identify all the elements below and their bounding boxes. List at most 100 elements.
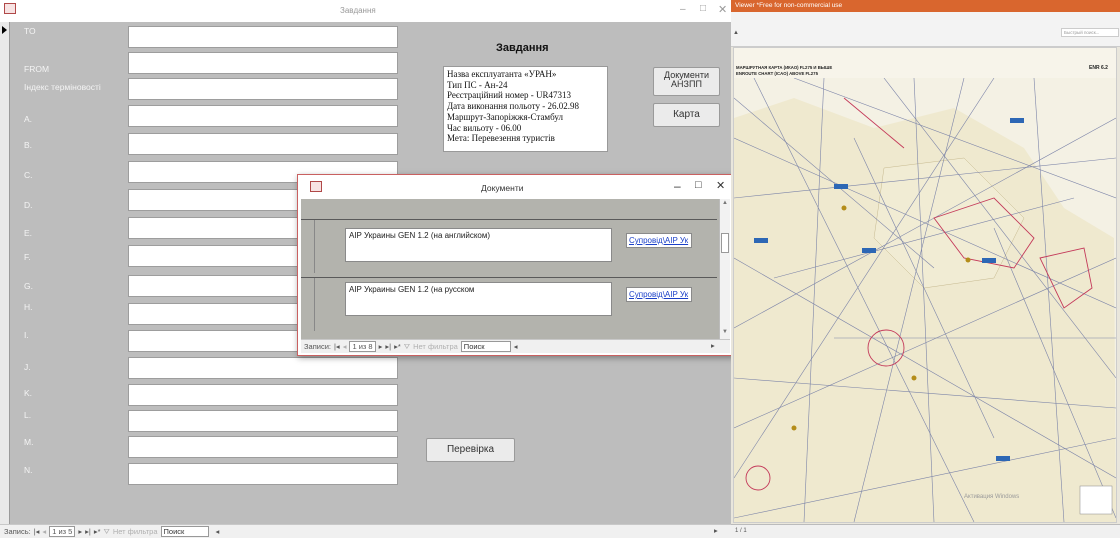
maximize-button[interactable]: □ [700, 3, 706, 14]
main-window-title: Завдання [340, 6, 376, 15]
viewer-search-input[interactable]: Быстрый поиск... [1061, 28, 1119, 37]
field-label-i: I. [24, 330, 29, 340]
task-line: Тип ПС - Ан-24 [447, 79, 508, 90]
record-selector-cell[interactable] [301, 220, 315, 273]
task-line: Мета: Перевезення туристів [447, 133, 555, 144]
h-scroll-right-icon[interactable]: ▸ [711, 341, 715, 350]
minimize-button[interactable]: – [680, 4, 686, 15]
field-label-f: F. [24, 252, 31, 262]
chart-code: ENR 6.2 [1089, 65, 1108, 71]
field-label-c: C. [24, 170, 33, 180]
doc-minimize-button[interactable]: – [674, 179, 681, 193]
field-input-k[interactable] [128, 384, 398, 406]
prev-record-icon[interactable]: ◂ [343, 342, 347, 351]
documents-button[interactable]: Документи АНЗПП [653, 67, 720, 96]
field-input-j[interactable] [128, 357, 398, 379]
field-label-n: N. [24, 465, 33, 475]
documents-window: Документи – □ ✕ AIP Украины GEN 1.2 (на … [297, 174, 734, 356]
field-label-from: FROM [24, 64, 50, 74]
first-record-icon[interactable]: |◂ [334, 342, 340, 351]
record-position[interactable]: 1 из 5 [49, 526, 76, 537]
document-title[interactable]: AIP Украины GEN 1.2 (на русском [345, 282, 612, 316]
field-input-a[interactable] [128, 105, 398, 127]
h-scroll-left-icon[interactable]: ◂ [514, 342, 518, 351]
field-label-k: K. [24, 388, 33, 398]
record-selector[interactable] [0, 22, 10, 524]
chart-page[interactable]: МАРШРУТНАЯ КАРТА (ИКАО) FL275 И ВЫШЕ ENR… [733, 47, 1117, 523]
document-link[interactable]: Супровід\AIP Ук [626, 287, 692, 302]
scroll-thumb[interactable] [721, 233, 729, 253]
current-record-arrow-icon [2, 26, 7, 34]
new-record-icon[interactable]: ▸* [94, 527, 101, 536]
task-line: Назва експлуатанта «УРАН» [447, 69, 557, 79]
field-label-e: E. [24, 228, 33, 238]
new-record-icon[interactable]: ▸* [394, 342, 401, 351]
filter-funnel-icon: ⛛ [103, 526, 110, 536]
document-title[interactable]: AIP Украины GEN 1.2 (на английском) [345, 228, 612, 262]
h-scroll-right-icon[interactable]: ▸ [714, 526, 718, 535]
pdf-viewer-window: Viewer *Free for non-commercial use Быст… [731, 0, 1120, 538]
page-indicator: 1 / 1 [735, 528, 747, 534]
field-input-n[interactable] [128, 463, 398, 485]
scroll-up-icon[interactable]: ▲ [733, 30, 739, 36]
chart-title-en: ENROUTE CHART (ICAO) ABOVE FL275 [736, 71, 818, 76]
task-description: Назва експлуатанта «УРАН» Тип ПС - Ан-24… [443, 66, 608, 152]
app-icon [4, 3, 16, 14]
doc-maximize-button[interactable]: □ [695, 179, 702, 191]
last-record-icon[interactable]: ▸| [85, 527, 91, 536]
field-label-a: A. [24, 114, 33, 124]
nav-search-input[interactable]: Поиск [460, 341, 511, 352]
nav-search-input[interactable]: Поиск [160, 526, 209, 537]
task-line: Реєстраційний номер - UR47313 [447, 90, 571, 101]
main-title-bar: Завдання – □ ✕ [0, 0, 731, 22]
field-label-to: TO [24, 26, 36, 36]
document-link[interactable]: Супровід\AIP Ук [626, 233, 692, 248]
field-input-m[interactable] [128, 436, 398, 458]
last-record-icon[interactable]: ▸| [385, 342, 391, 351]
field-label-h: H. [24, 302, 33, 312]
task-heading: Завдання [496, 42, 549, 54]
doc-window-icon [310, 181, 322, 192]
chart-title-ua: МАРШРУТНАЯ КАРТА (ИКАО) FL275 И ВЫШЕ [736, 65, 833, 70]
filter-funnel-icon: ⛛ [403, 341, 411, 351]
filter-status[interactable]: Нет фильтра [413, 342, 458, 351]
activation-watermark: Активация Windows [964, 494, 1020, 500]
first-record-icon[interactable]: |◂ [34, 527, 40, 536]
documents-button-sublabel: АНЗПП [671, 79, 702, 89]
list-item: AIP Украины GEN 1.2 (на русском Супровід… [301, 277, 717, 331]
field-input-urgency[interactable] [128, 78, 398, 100]
filter-status[interactable]: Нет фильтра [113, 527, 158, 536]
check-button[interactable]: Перевірка [426, 438, 515, 462]
record-position[interactable]: 1 из 8 [349, 341, 376, 352]
task-line: Маршрут-Запоріжжя-Стамбул [447, 111, 563, 122]
field-input-to[interactable] [128, 26, 398, 48]
scroll-up-icon[interactable]: ▲ [722, 200, 728, 206]
viewer-toolbar: Быстрый поиск... ▲ [731, 12, 1120, 47]
viewer-banner: Viewer *Free for non-commercial use [731, 0, 1120, 12]
next-record-icon[interactable]: ▸ [379, 342, 383, 351]
task-line: Дата виконання польоту - 26.02.98 [447, 101, 579, 112]
list-item: AIP Украины GEN 1.2 (на английском) Супр… [301, 219, 717, 273]
field-label-m: M. [24, 437, 34, 447]
map-button[interactable]: Карта [653, 103, 720, 127]
field-input-b[interactable] [128, 133, 398, 155]
field-label-d: D. [24, 200, 33, 210]
documents-list: AIP Украины GEN 1.2 (на английском) Супр… [301, 199, 730, 339]
h-scroll-left-icon[interactable]: ◂ [216, 527, 220, 536]
main-record-navigator: Запись: |◂ ◂ 1 из 5 ▸ ▸| ▸* ⛛ Нет фильтр… [0, 524, 731, 538]
field-input-l[interactable] [128, 410, 398, 432]
field-label-j: J. [24, 362, 31, 372]
doc-close-button[interactable]: ✕ [716, 179, 725, 192]
field-label-g: G. [24, 281, 33, 291]
field-label-b: B. [24, 140, 33, 150]
close-button[interactable]: ✕ [718, 3, 727, 16]
prev-record-icon[interactable]: ◂ [42, 527, 46, 536]
task-line: Час вильоту - 06.00 [447, 122, 522, 133]
field-input-from[interactable] [128, 52, 398, 74]
record-label: Записи: [304, 342, 331, 351]
record-selector-cell[interactable] [301, 278, 315, 331]
enroute-map-image [734, 78, 1116, 522]
scroll-down-icon[interactable]: ▼ [722, 329, 728, 335]
next-record-icon[interactable]: ▸ [78, 527, 82, 536]
doc-vertical-scrollbar[interactable]: ▲ ▼ [719, 199, 730, 339]
